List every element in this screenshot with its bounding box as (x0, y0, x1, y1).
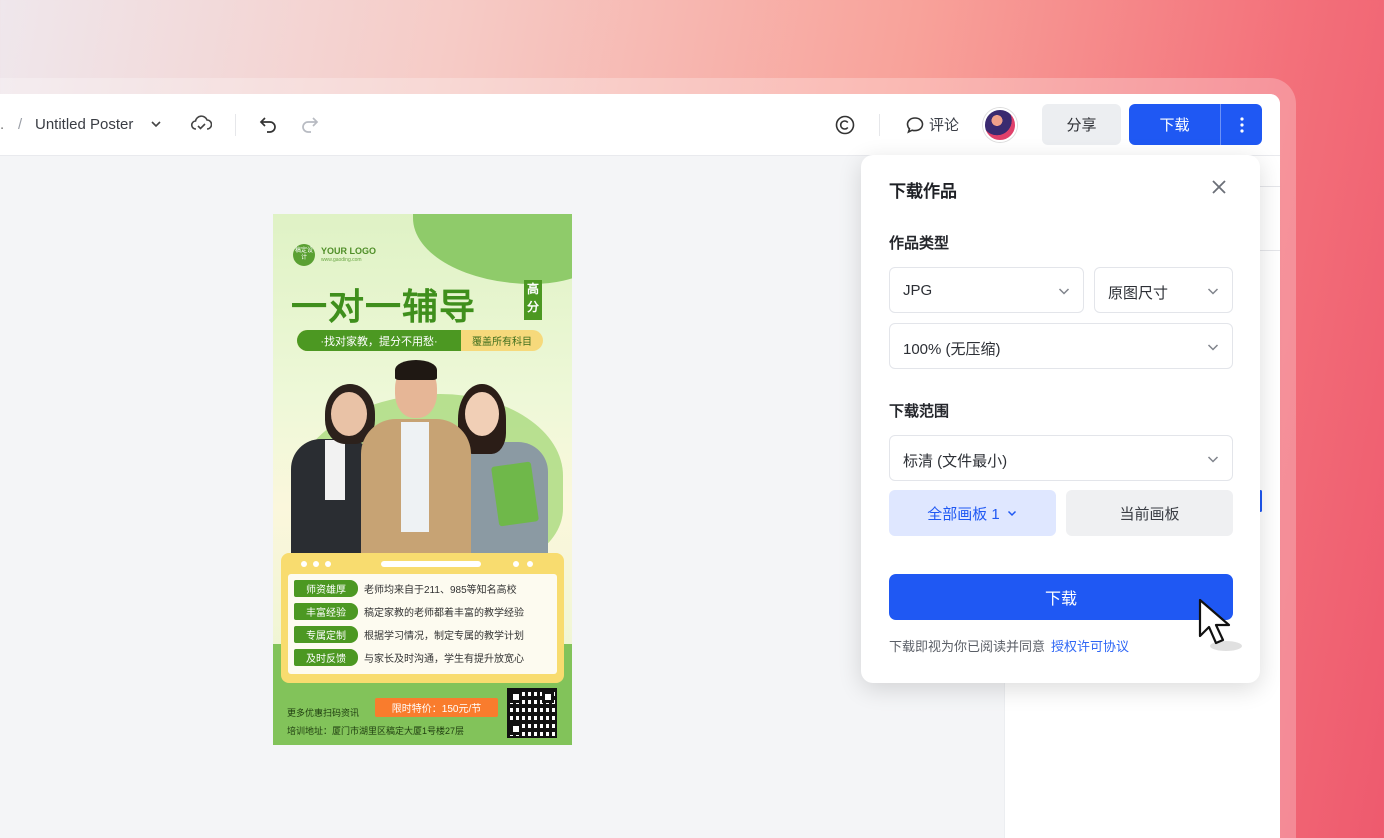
all-boards-option[interactable]: 全部画板 1 (889, 490, 1056, 536)
slogan-text: ·找对家教，提分不用愁· (297, 330, 461, 351)
breadcrumb-prefix[interactable]: . (0, 116, 4, 133)
size-value: 原图尺寸 (1108, 285, 1169, 302)
resolution-select[interactable]: 标清 (文件最小) (889, 435, 1233, 481)
document-title[interactable]: Untitled Poster (35, 116, 133, 133)
price-tag: 限时特价：150元/节 (375, 698, 498, 717)
chevron-down-icon[interactable] (149, 117, 163, 136)
feature-value: 根据学习情况，制定专属的教学计划 (364, 631, 524, 642)
logo-badge: 稿定设计 (293, 244, 315, 266)
agreement-text: 下载即视为你已阅读并同意 (889, 639, 1046, 654)
quality-value: 100% (无压缩) (903, 341, 1001, 358)
features-card: 师资雄厚 老师均来自于211、985等知名高校 丰富经验 稿定家教的老师都着丰富… (281, 553, 564, 683)
feature-value: 与家长及时沟通，学生有提升放宽心 (364, 654, 524, 665)
dialog-title: 下载作品 (889, 182, 957, 201)
poster-canvas[interactable]: 稿定设计 YOUR LOGO www.gaoding.com 一对一辅导 高分 … (273, 214, 572, 745)
feature-key: 专属定制 (294, 626, 358, 643)
chevron-down-icon (1207, 288, 1219, 295)
chevron-down-icon (1207, 456, 1219, 463)
quality-select[interactable]: 100% (无压缩) (889, 323, 1233, 369)
headline-tag: 高分 (524, 280, 542, 320)
copyright-icon[interactable] (834, 114, 856, 141)
resolution-value: 标清 (文件最小) (903, 453, 1008, 470)
redo-icon[interactable] (300, 114, 320, 139)
feature-row: 专属定制 根据学习情况，制定专属的教学计划 (294, 626, 524, 643)
all-boards-label: 全部画板 1 (927, 505, 1000, 523)
avatar[interactable] (983, 108, 1017, 142)
chevron-down-icon (1058, 288, 1070, 295)
logo-url: www.gaoding.com (321, 257, 362, 263)
feature-value: 稿定家教的老师都着丰富的教学经验 (364, 608, 524, 619)
feature-row: 及时反馈 与家长及时沟通，学生有提升放宽心 (294, 649, 524, 666)
confirm-download-button[interactable]: 下载 (889, 574, 1233, 620)
promo-text: 更多优惠扫码资讯 (287, 708, 360, 718)
format-select[interactable]: JPG (889, 267, 1084, 313)
feature-key: 师资雄厚 (294, 580, 358, 597)
current-board-option[interactable]: 当前画板 (1066, 490, 1233, 536)
feature-key: 丰富经验 (294, 603, 358, 620)
mouse-pointer-icon (1196, 596, 1248, 659)
slogan-tag: 覆盖所有科目 (472, 337, 532, 348)
poster-headline: 一对一辅导 (291, 286, 477, 327)
download-button-group: 下载 (1129, 104, 1262, 145)
agreement-note: 下载即视为你已阅读并同意 授权许可协议 (889, 636, 1129, 655)
toolbar-divider (235, 114, 236, 136)
type-section-label: 作品类型 (889, 235, 950, 252)
close-icon[interactable] (1209, 177, 1229, 197)
feature-row: 师资雄厚 老师均来自于211、985等知名高校 (294, 580, 517, 597)
more-options-button[interactable] (1221, 104, 1262, 145)
download-button[interactable]: 下载 (1129, 104, 1220, 145)
feature-key: 及时反馈 (294, 649, 358, 666)
feature-value: 老师均来自于211、985等知名高校 (364, 585, 517, 596)
breadcrumb-separator: / (18, 116, 23, 133)
comment-label: 评论 (929, 117, 960, 134)
range-section-label: 下载范围 (889, 403, 950, 420)
slogan-pill: ·找对家教，提分不用愁· 覆盖所有科目 (297, 330, 543, 351)
size-select[interactable]: 原图尺寸 (1094, 267, 1233, 313)
undo-icon[interactable] (258, 114, 278, 139)
share-button[interactable]: 分享 (1042, 104, 1121, 145)
license-link[interactable]: 授权许可协议 (1051, 639, 1129, 654)
comment-icon (906, 116, 924, 134)
format-value: JPG (903, 282, 933, 299)
address-text: 培训地址：厦门市湖里区稿定大厦1号楼27层 (287, 726, 465, 736)
qr-code (507, 688, 557, 738)
chevron-down-icon (1207, 344, 1219, 351)
comment-button[interactable]: 评论 (905, 114, 959, 135)
chevron-down-icon (1007, 510, 1016, 517)
decor-shape (413, 214, 572, 284)
cloud-sync-icon[interactable] (190, 114, 213, 139)
top-toolbar: . / Untitled Poster 评论 分享 下载 (0, 94, 1280, 156)
toolbar-divider (879, 114, 880, 136)
feature-row: 丰富经验 稿定家教的老师都着丰富的教学经验 (294, 603, 524, 620)
logo-text: YOUR LOGO (321, 246, 377, 256)
more-vertical-icon (1239, 116, 1244, 133)
